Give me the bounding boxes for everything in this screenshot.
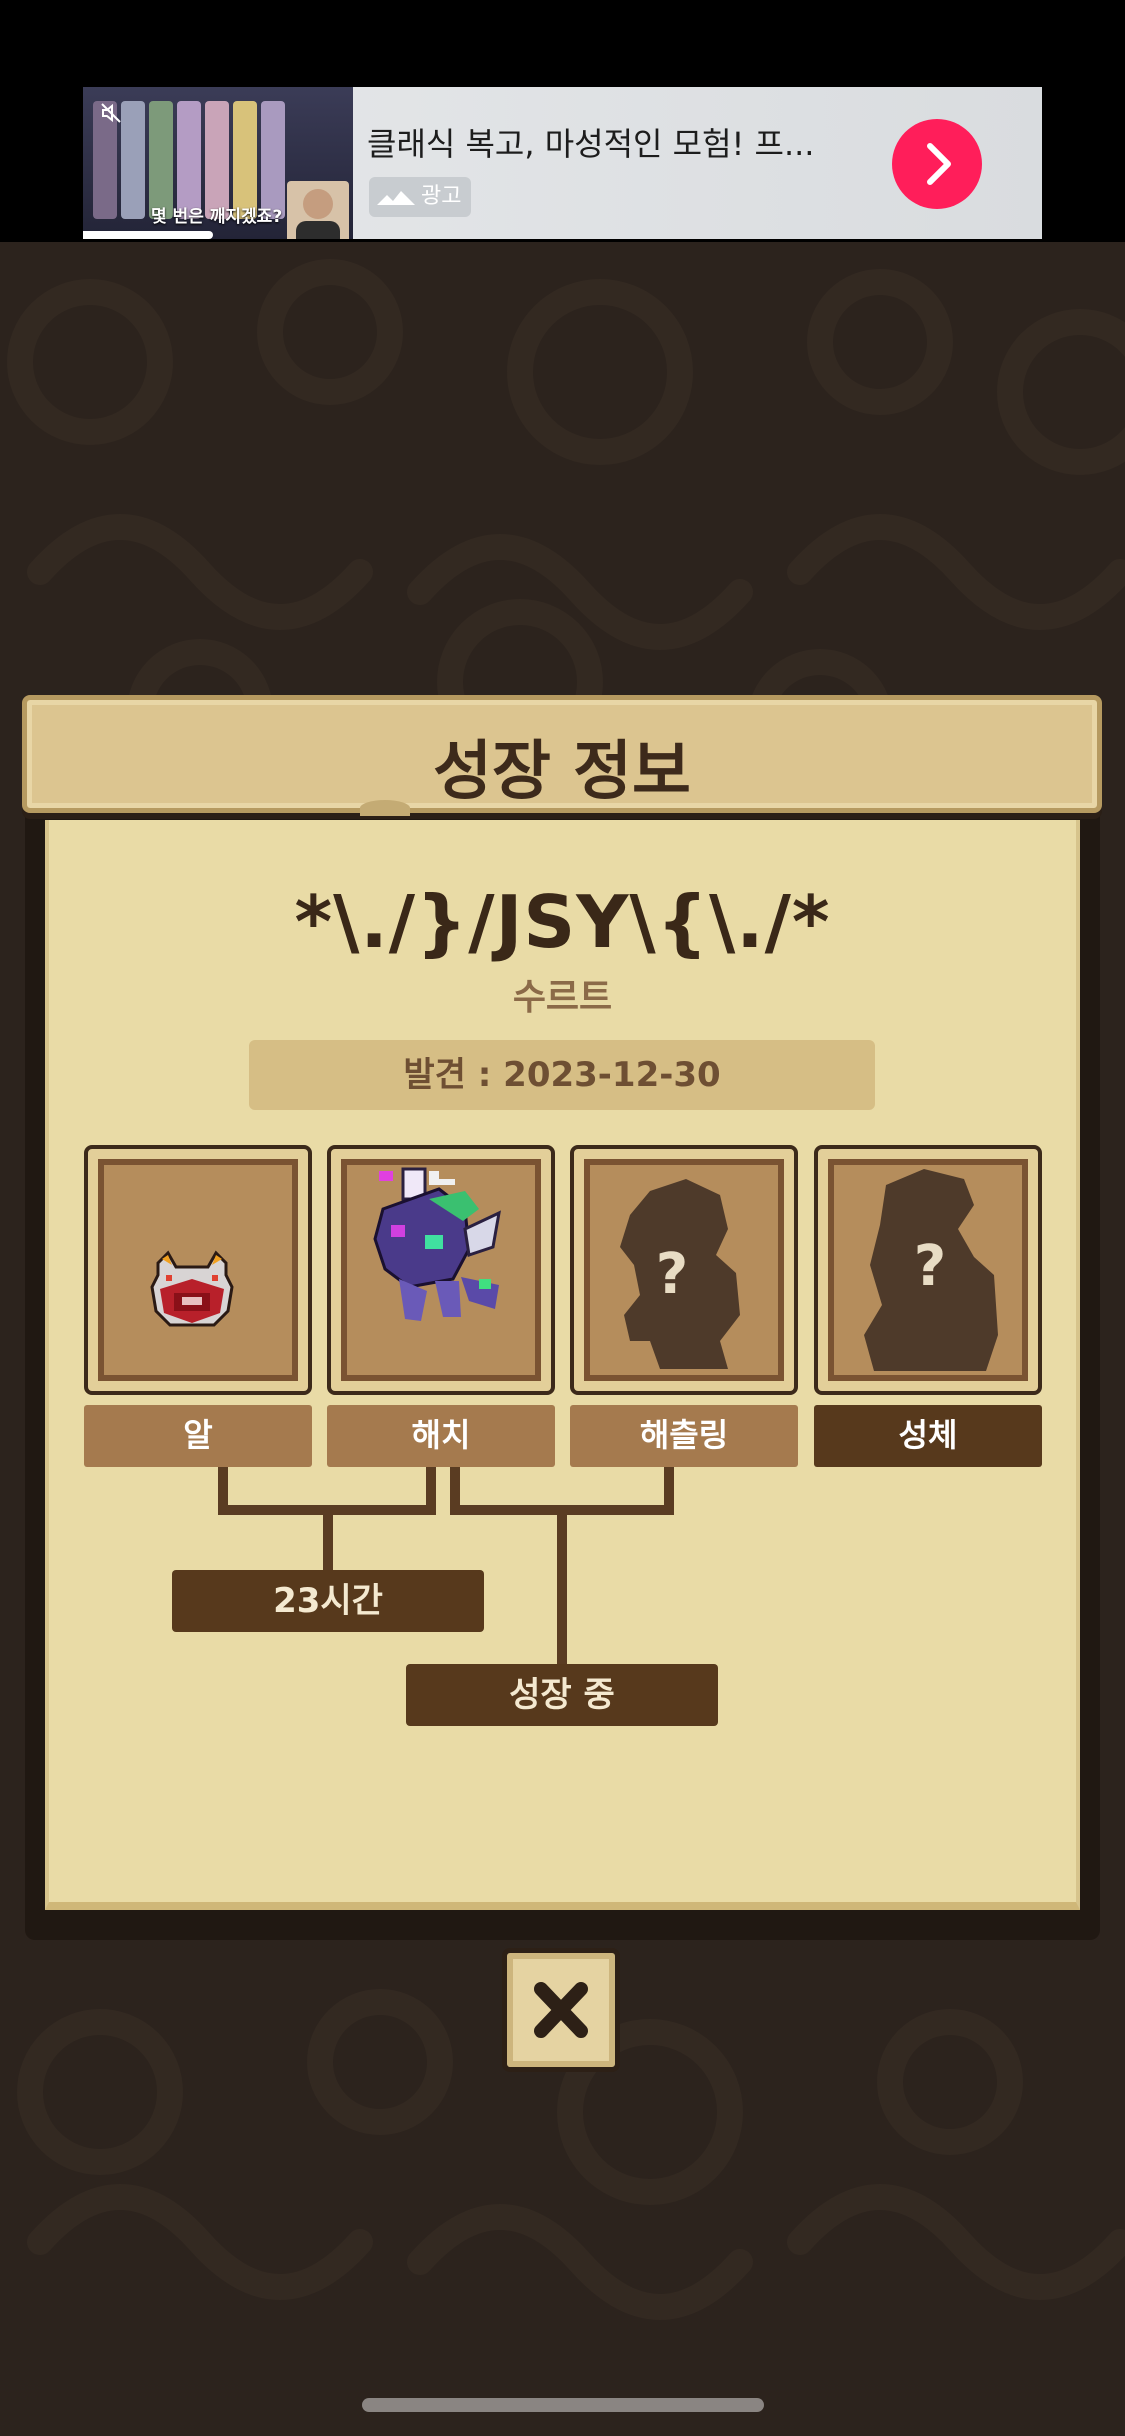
dialog-title: 성장 정보	[433, 735, 691, 809]
ad-badge-label: 광고	[421, 184, 462, 209]
question-mark-icon: ?	[914, 1234, 946, 1299]
dialog-title-plaque: 성장 정보	[22, 695, 1102, 813]
pet-species: 수르트	[512, 977, 613, 1018]
streamer-image	[287, 181, 349, 239]
mute-icon[interactable]	[99, 101, 123, 125]
discovered-date: 발견 : 2023-12-30	[249, 1040, 875, 1110]
thumbnail-caption: 몇 번은 깨지겠죠?	[151, 207, 283, 227]
pet-name: *\./}/JSY\{\./*	[294, 880, 831, 964]
tree-connector	[557, 1505, 567, 1664]
stage-card-hatchling[interactable]: ?	[570, 1145, 798, 1395]
ad-banner[interactable]: 몇 번은 깨지겠죠? 클래식 복고, 마성적인 모험! 프... 광고	[83, 87, 1042, 239]
home-indicator[interactable]	[362, 2398, 764, 2412]
ad-thumbnail[interactable]: 몇 번은 깨지겠죠?	[83, 87, 353, 239]
duration-egg-to-hatch: 23시간	[172, 1570, 484, 1632]
growth-status: 성장 중	[406, 1664, 718, 1726]
ad-go-button[interactable]	[892, 119, 982, 209]
stage-image-frame: ?	[584, 1159, 784, 1381]
locked-silhouette-icon: ?	[620, 1179, 740, 1369]
hatch-sprite-icon	[373, 1167, 501, 1321]
video-progress	[83, 231, 213, 239]
chevron-right-icon	[927, 143, 951, 185]
stage-image-frame: ?	[828, 1159, 1028, 1381]
stage-label-egg: 알	[84, 1405, 312, 1467]
ad-badge: 광고	[369, 177, 472, 217]
stage-card-hatch[interactable]	[327, 1145, 555, 1395]
ad-title[interactable]: 클래식 복고, 마성적인 모험! 프...	[367, 119, 814, 165]
dialog-close-button[interactable]	[502, 1948, 620, 2072]
stage-label-adult: 성체	[814, 1405, 1042, 1467]
plaque-notch	[360, 800, 410, 816]
stage-label-hatchling: 해츨링	[570, 1405, 798, 1467]
stage-image-frame	[98, 1159, 298, 1381]
thumbnail-card	[121, 101, 145, 219]
stage-image-frame	[341, 1159, 541, 1381]
ad-network-icon	[377, 191, 415, 205]
tree-connector	[323, 1505, 333, 1570]
egg-sprite-icon	[150, 1250, 234, 1327]
stage-card-adult[interactable]: ?	[814, 1145, 1042, 1395]
question-mark-icon: ?	[656, 1242, 688, 1307]
close-x-icon	[534, 1982, 588, 2038]
stage-card-egg[interactable]	[84, 1145, 312, 1395]
stage-label-hatch: 해치	[327, 1405, 555, 1467]
locked-silhouette-icon: ?	[864, 1169, 998, 1371]
